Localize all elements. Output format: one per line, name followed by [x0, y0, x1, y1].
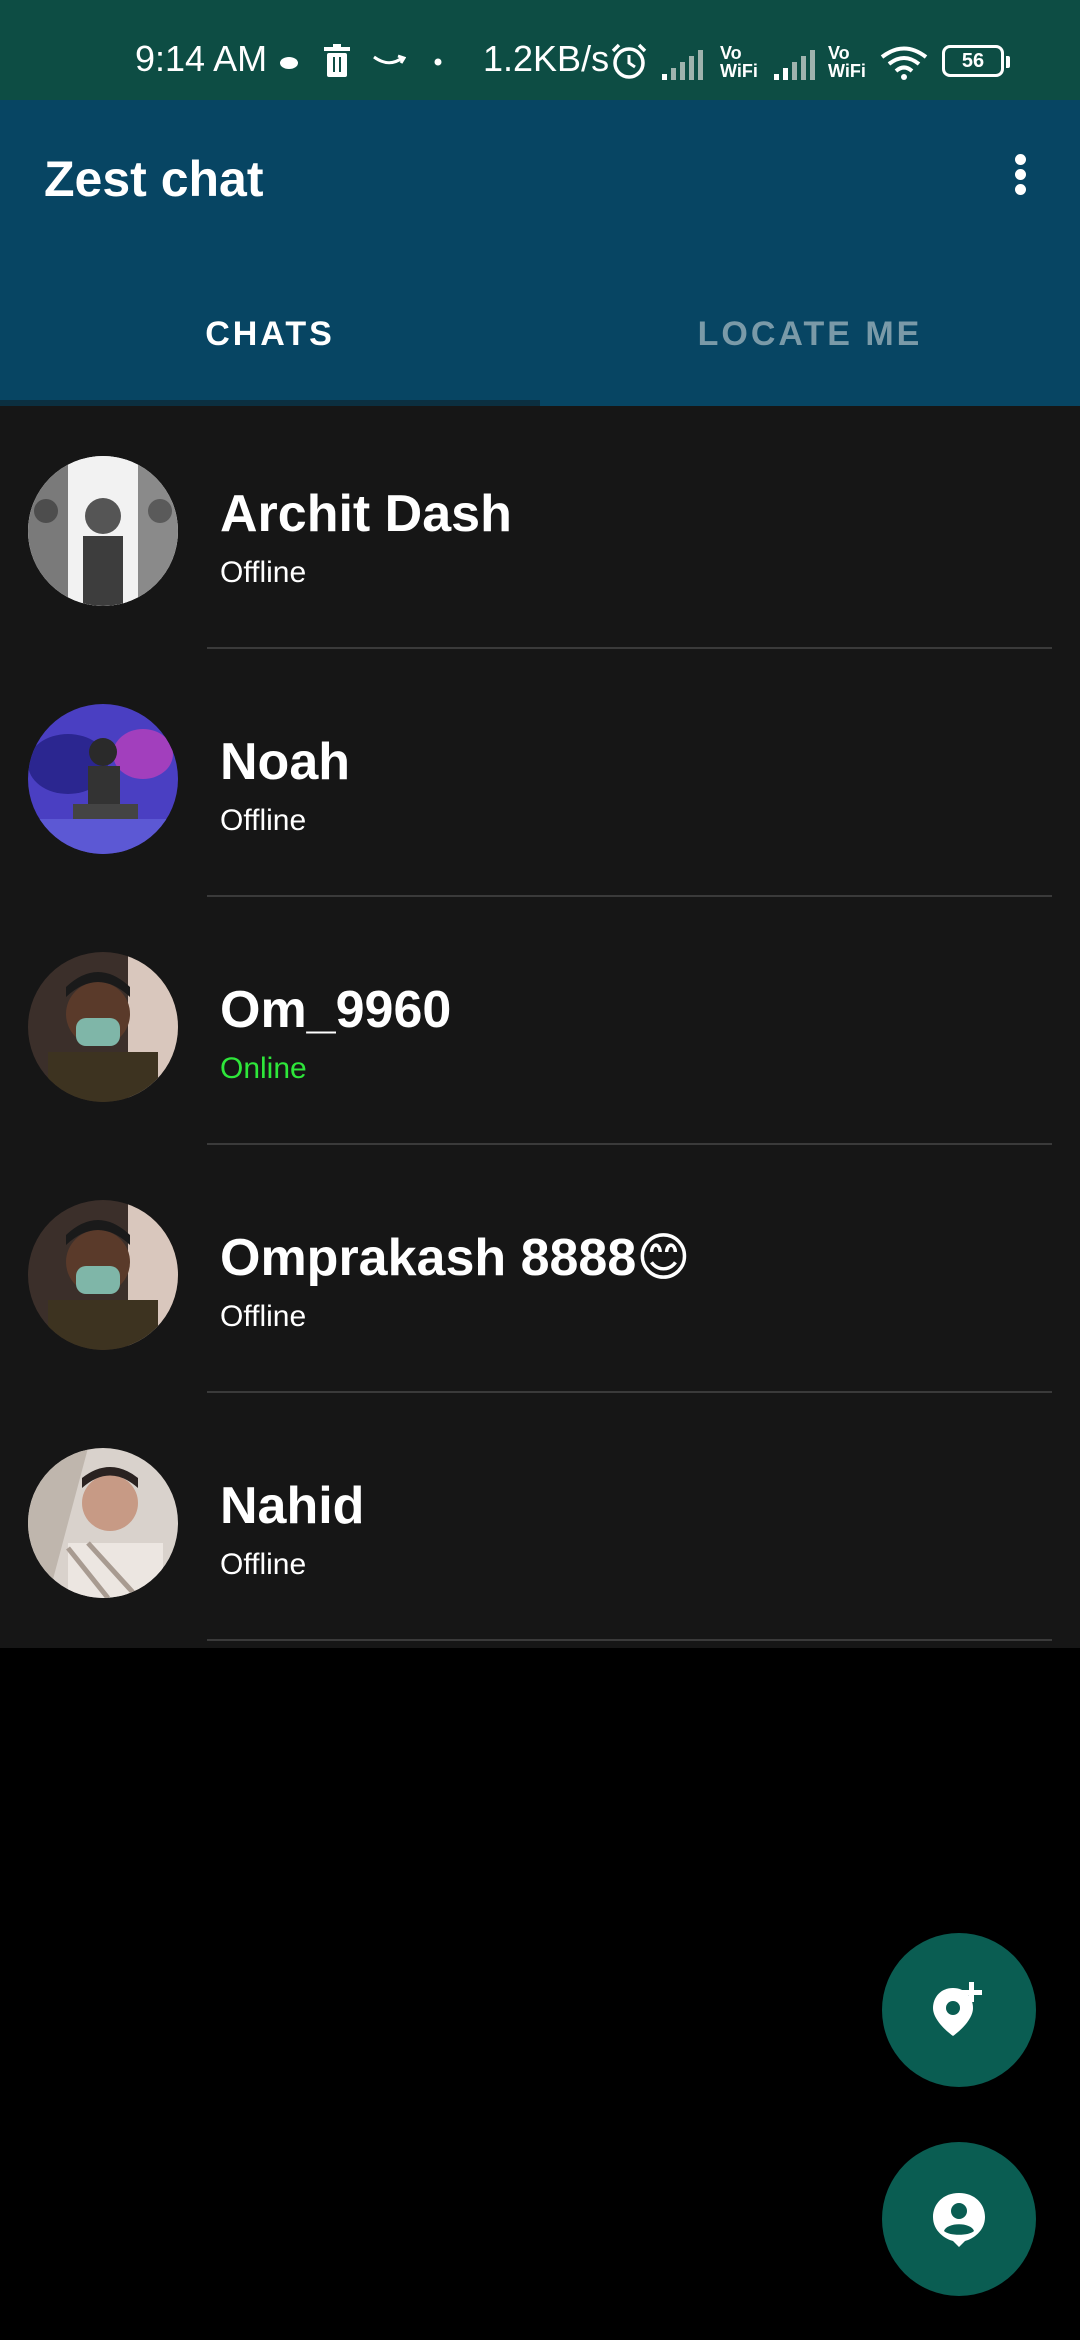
chat-list: Archit Dash Offline Noah Offline Om_9960… — [0, 406, 1080, 1648]
account-button[interactable] — [882, 2142, 1036, 2296]
chat-item-archit-dash[interactable]: Archit Dash Offline — [0, 406, 1080, 654]
status-time: 9:14 AM — [135, 38, 268, 79]
account-pin-icon — [933, 2193, 985, 2247]
chat-name: Nahid — [220, 1477, 365, 1535]
app-screen: 9:14 AM 1.2KB/s Vo WiFi Vo WiFi 56 Zest … — [0, 0, 1080, 2340]
avatar — [28, 952, 178, 1102]
chat-name: Om_9960 — [220, 981, 452, 1039]
avatar — [28, 704, 178, 854]
divider — [207, 647, 1052, 649]
chat-status: Online — [220, 1052, 307, 1085]
app-title: Zest chat — [44, 151, 264, 207]
vowifi-label-2: Vo WiFi — [828, 43, 866, 81]
amazon-icon — [373, 54, 406, 65]
chat-item-nahid[interactable]: Nahid Offline — [0, 1398, 1080, 1646]
tab-locate-me[interactable]: LOCATE ME — [540, 294, 1080, 406]
chat-name: Omprakash 8888😊 — [220, 1229, 691, 1287]
chat-item-noah[interactable]: Noah Offline — [0, 654, 1080, 902]
avatar — [28, 1448, 178, 1598]
more-vert-icon[interactable] — [1000, 146, 1040, 202]
chat-name: Noah — [220, 733, 350, 791]
signal-icon — [662, 50, 703, 80]
avatar — [28, 1200, 178, 1350]
app-bar: Zest chat CHATS LOCATE ME — [0, 100, 1080, 406]
tab-chats[interactable]: CHATS — [0, 294, 540, 406]
chat-name: Archit Dash — [220, 485, 512, 543]
battery-icon: 56 — [942, 45, 1010, 77]
dot-icon — [434, 58, 442, 66]
divider — [207, 1391, 1052, 1393]
chat-status: Offline — [220, 556, 307, 589]
chat-status: Offline — [220, 804, 307, 837]
divider — [207, 895, 1052, 897]
avatar — [28, 456, 178, 606]
add-location-icon — [933, 1982, 982, 2036]
add-location-button[interactable] — [882, 1933, 1036, 2087]
alarm-icon — [611, 43, 647, 79]
wifi-icon — [880, 46, 928, 80]
status-bar: 9:14 AM 1.2KB/s Vo WiFi Vo WiFi 56 — [0, 0, 1080, 100]
chat-status: Offline — [220, 1300, 307, 1333]
network-speed: 1.2KB/s — [483, 38, 610, 79]
vowifi-label-1: Vo WiFi — [720, 43, 758, 81]
cloud-icon — [280, 57, 298, 69]
tab-bar: CHATS LOCATE ME — [0, 294, 1080, 406]
delete-icon — [324, 44, 350, 77]
divider — [207, 1639, 1052, 1641]
chat-status: Offline — [220, 1548, 307, 1581]
signal-icon — [774, 50, 815, 80]
chat-item-om-9960[interactable]: Om_9960 Online — [0, 902, 1080, 1150]
chat-item-omprakash-8888[interactable]: Omprakash 8888😊 Offline — [0, 1150, 1080, 1398]
divider — [207, 1143, 1052, 1145]
